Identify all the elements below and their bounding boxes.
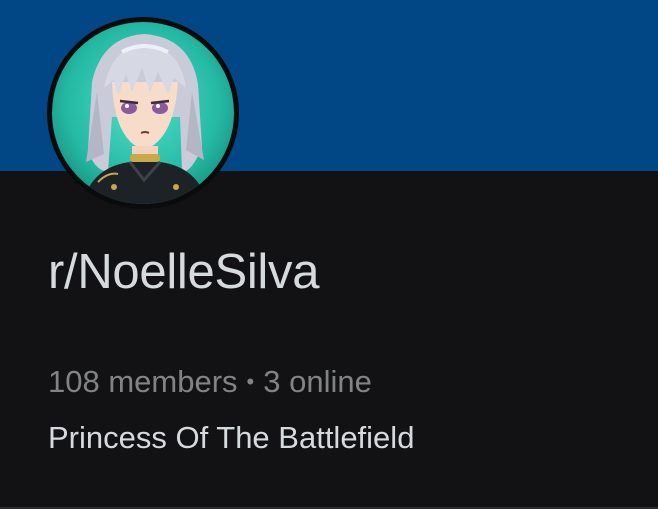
stats-separator: • [246, 369, 255, 394]
community-name: r/NoelleSilva [48, 245, 320, 299]
community-description: Princess Of The Battlefield [48, 420, 415, 455]
community-avatar[interactable] [47, 17, 239, 209]
online-count: 3 online [263, 364, 372, 399]
member-count: 108 members [48, 364, 238, 399]
community-stats: 108 members • 3 online [48, 364, 372, 400]
community-header-body [0, 171, 658, 509]
community-avatar-image [52, 22, 234, 204]
